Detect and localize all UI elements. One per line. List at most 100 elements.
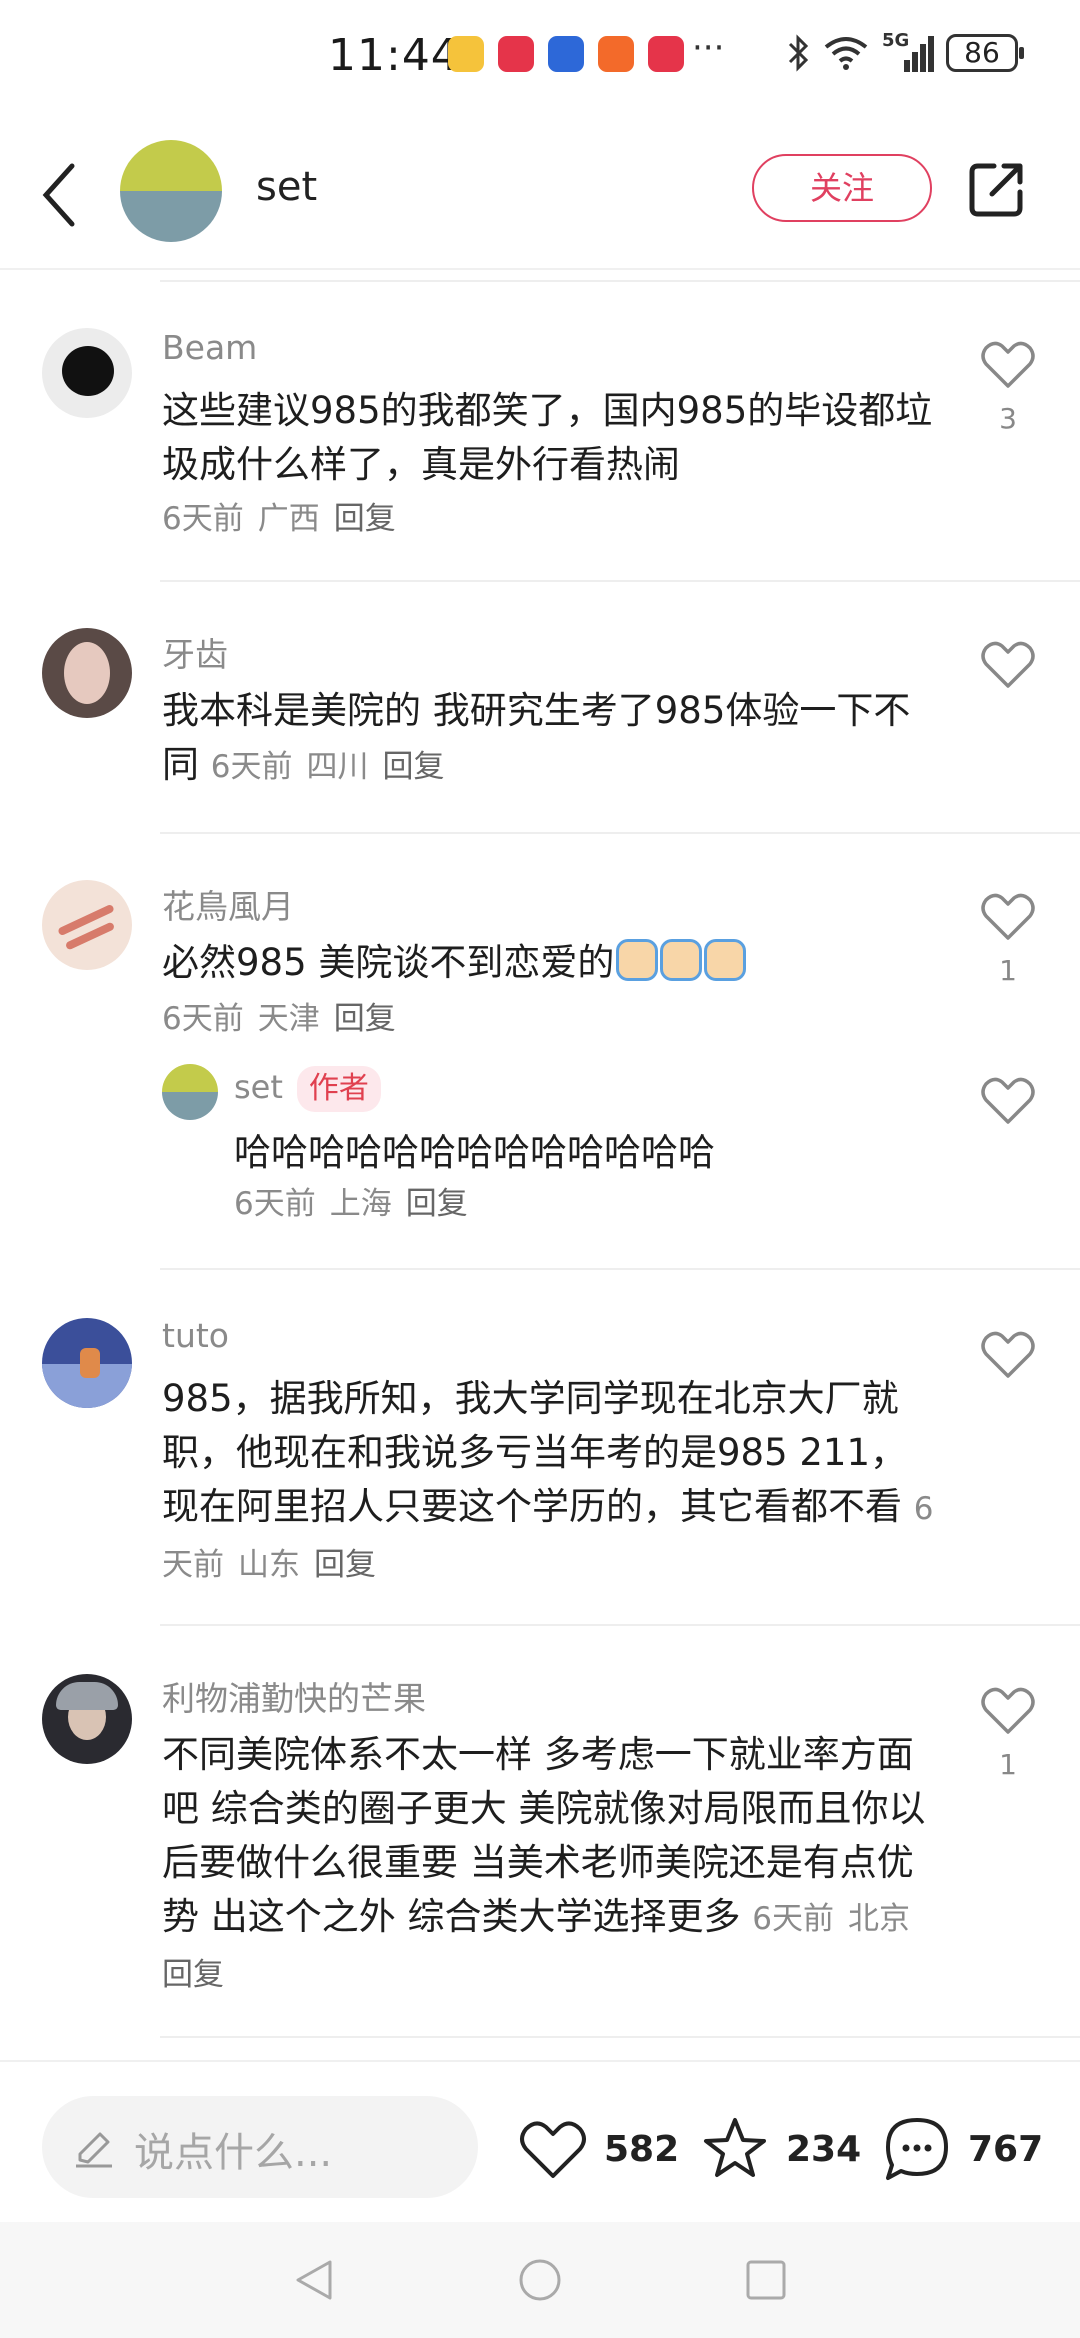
author-avatar[interactable] xyxy=(162,1064,218,1120)
reply-meta: 6天前 上海 回复 xyxy=(234,1178,482,1223)
reply-time: 6天前 xyxy=(234,1186,316,1222)
comment-location: 四川 xyxy=(306,749,369,785)
comment-total: 767 xyxy=(968,2128,1044,2170)
crying-emoji-icon xyxy=(660,939,703,981)
avatar[interactable] xyxy=(42,628,132,718)
network-type: 5G xyxy=(882,30,910,51)
comment-input-placeholder: 说点什么... xyxy=(134,2130,333,2176)
like-count: 3 xyxy=(999,402,1017,435)
comment-button[interactable]: 767 xyxy=(880,2112,1043,2186)
comment-divider xyxy=(160,832,1080,834)
avatar[interactable] xyxy=(42,328,132,418)
avatar[interactable] xyxy=(42,1318,132,1408)
comment-body: 必然985 美院谈不到恋爱的 xyxy=(162,941,615,984)
pencil-icon xyxy=(76,2132,112,2168)
comment-meta: 6天前 广西 回复 xyxy=(162,492,942,546)
avatar[interactable] xyxy=(42,1674,132,1764)
notification-icons xyxy=(448,36,684,72)
crying-emoji-icon xyxy=(704,939,747,981)
like-icon[interactable] xyxy=(978,634,1038,694)
reply-author-line: set 作者 xyxy=(234,1066,381,1112)
taobao-icon xyxy=(598,36,634,72)
like-count: 1 xyxy=(999,954,1017,987)
commenter-name[interactable]: tuto xyxy=(162,1316,229,1355)
reply-button[interactable]: 回复 xyxy=(334,1001,396,1037)
comment-location: 山东 xyxy=(238,1547,300,1583)
like-icon[interactable] xyxy=(978,1324,1038,1384)
like-total: 582 xyxy=(604,2128,680,2170)
commenter-name[interactable]: 牙齿 xyxy=(162,628,228,676)
comment-text[interactable]: 这些建议985的我都笑了，国内985的毕设都垃圾成什么样了，真是外行看热闹 xyxy=(162,384,942,492)
comment-meta: 6天前 天津 回复 xyxy=(162,992,942,1046)
reply-item: set 作者 哈哈哈哈哈哈哈哈哈哈哈哈哈 6天前 上海 回复 xyxy=(0,1064,1080,1222)
reply-author-name[interactable]: set xyxy=(234,1068,283,1106)
status-right: 5G 86 xyxy=(786,30,1024,72)
status-bar: 11:44 ··· 5G 86 xyxy=(0,0,1080,120)
huawei-app-icon xyxy=(648,36,684,72)
comment-divider xyxy=(160,280,1080,282)
like-icon[interactable] xyxy=(978,886,1038,946)
commenter-name[interactable]: 花鳥風月 xyxy=(162,880,294,928)
author-name[interactable]: set xyxy=(256,164,317,210)
recents-nav-icon[interactable] xyxy=(742,2256,790,2304)
share-icon[interactable] xyxy=(966,158,1028,220)
comment-divider xyxy=(160,1624,1080,1626)
heart-icon xyxy=(520,2121,586,2178)
like-icon[interactable] xyxy=(978,334,1038,394)
crying-emoji-icon xyxy=(616,939,659,981)
back-icon[interactable] xyxy=(38,160,78,230)
comment-text[interactable]: 985，据我所知，我大学同学现在北京大厂就职，他现在和我说多亏当年考的是985 … xyxy=(162,1372,942,1592)
comment-time: 6天前 xyxy=(162,501,244,537)
reply-text[interactable]: 哈哈哈哈哈哈哈哈哈哈哈哈哈 xyxy=(234,1122,715,1176)
signal-icon: 5G xyxy=(882,30,934,72)
comment-time: 6天前 xyxy=(162,1001,244,1037)
favorite-button[interactable]: 234 xyxy=(698,2112,861,2186)
author-avatar[interactable] xyxy=(120,140,222,242)
follow-button[interactable]: 关注 xyxy=(752,154,932,222)
star-icon xyxy=(704,2118,766,2177)
avatar[interactable] xyxy=(42,880,132,970)
comment-body: 985，据我所知，我大学同学现在北京大厂就职，他现在和我说多亏当年考的是985 … xyxy=(162,1377,908,1528)
reply-button[interactable]: 回复 xyxy=(314,1547,376,1583)
like-icon[interactable] xyxy=(978,1680,1038,1740)
comment-divider xyxy=(160,1268,1080,1270)
favorite-total: 234 xyxy=(786,2128,862,2170)
comment-text[interactable]: 我本科是美院的 我研究生考了985体验一下不同 6天前 四川 回复 xyxy=(162,684,942,794)
comment-text[interactable]: 不同美院体系不太一样 多考虑一下就业率方面吧 综合类的圈子更大 美院就像对局限而… xyxy=(162,1728,942,2002)
more-notifications-icon: ··· xyxy=(692,28,725,68)
post-header: set 关注 xyxy=(0,120,1080,270)
comment-input[interactable]: 说点什么... xyxy=(42,2096,478,2198)
system-nav-bar xyxy=(0,2222,1080,2338)
like-icon[interactable] xyxy=(978,1070,1038,1130)
comment-location: 广西 xyxy=(257,501,320,537)
like-button[interactable]: 582 xyxy=(516,2112,679,2186)
battery-indicator: 86 xyxy=(946,34,1024,72)
bluetooth-icon xyxy=(788,34,809,72)
wifi-icon xyxy=(824,37,868,70)
comment-bubble-icon xyxy=(886,2118,948,2180)
status-time: 11:44 xyxy=(328,30,460,81)
header-divider xyxy=(0,268,1080,270)
comment-body: 这些建议985的我都笑了，国内985的毕设都垃圾成什么样了，真是外行看热闹 xyxy=(162,389,933,486)
reply-button[interactable]: 回复 xyxy=(383,749,445,785)
comment-time: 6天前 xyxy=(752,1901,835,1937)
comment-text[interactable]: 必然985 美院谈不到恋爱的 xyxy=(162,936,942,990)
home-nav-icon[interactable] xyxy=(516,2256,564,2304)
comment-divider xyxy=(160,2036,1080,2038)
weibo-icon xyxy=(448,36,484,72)
comment-divider xyxy=(160,580,1080,582)
comment-meta: 6天前 四川 回复 xyxy=(211,749,459,785)
reply-button[interactable]: 回复 xyxy=(406,1186,468,1222)
like-count: 1 xyxy=(999,1748,1017,1781)
bottom-action-bar: 说点什么... 582 234 767 xyxy=(0,2060,1080,2222)
reply-button[interactable]: 回复 xyxy=(334,501,396,537)
commenter-name[interactable]: 利物浦勤快的芒果 xyxy=(162,1672,426,1720)
back-nav-icon[interactable] xyxy=(290,2256,338,2304)
reply-button[interactable]: 回复 xyxy=(162,1957,224,1993)
huawei-store-icon xyxy=(498,36,534,72)
author-badge: 作者 xyxy=(296,1066,381,1112)
reply-location: 上海 xyxy=(329,1186,392,1222)
comment-location: 天津 xyxy=(257,1001,320,1037)
commenter-name[interactable]: Beam xyxy=(162,328,257,367)
comment-time: 6天前 xyxy=(210,749,293,785)
